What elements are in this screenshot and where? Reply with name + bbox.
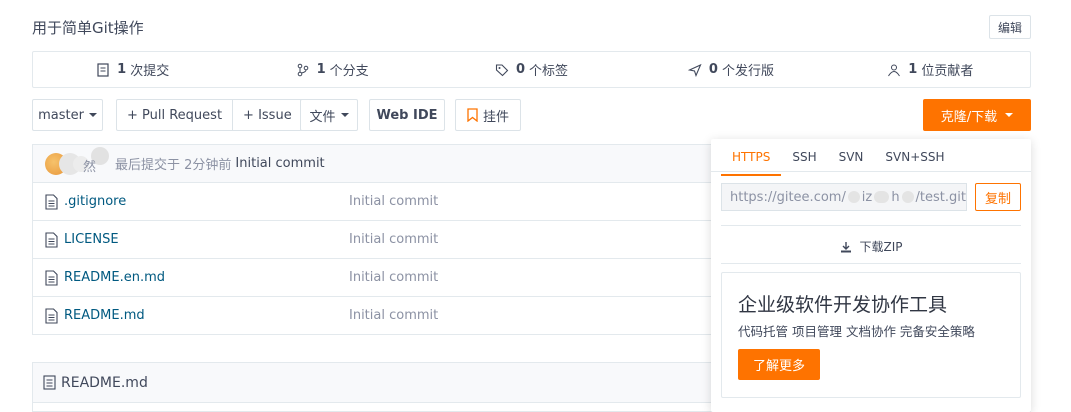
file-icon — [45, 194, 58, 210]
repo-stats-bar: 1 次提交 1 个分支 0 个标签 0 个发行版 1 位贡献者 — [32, 51, 1031, 88]
divider — [721, 263, 1021, 264]
readme-title: README.md — [61, 374, 148, 391]
file-name-link[interactable]: README.md — [64, 308, 145, 323]
stat-tags[interactable]: 0 个标签 — [432, 52, 631, 87]
clone-url-fragment-2: h — [891, 189, 900, 205]
download-icon — [840, 241, 851, 252]
clone-url-suffix: /test.git — [915, 189, 966, 205]
file-icon — [45, 308, 58, 324]
stat-commits-label: 次提交 — [130, 64, 170, 79]
widget-button[interactable]: 挂件 — [455, 99, 521, 131]
commit-message-link[interactable]: Initial commit — [235, 156, 324, 171]
pr-issue-group: + Pull Request + Issue — [116, 99, 303, 131]
file-commit-message[interactable]: Initial commit — [349, 270, 438, 285]
release-icon — [687, 63, 702, 77]
promo-title: 企业级软件开发协作工具 — [738, 294, 948, 316]
repo-description: 用于简单Git操作 — [32, 19, 144, 37]
stat-contributors-label: 位贡献者 — [921, 64, 974, 79]
author-name: 然 — [83, 159, 97, 175]
stat-commits-count: 1 — [117, 62, 127, 77]
stat-releases-count: 0 — [708, 62, 718, 77]
divider — [721, 225, 1021, 226]
edit-description-button[interactable]: 编辑 — [989, 15, 1031, 39]
author-avatars[interactable]: 然 — [45, 146, 115, 175]
stat-commits[interactable]: 1 次提交 — [33, 52, 232, 87]
stat-branches-label: 个分支 — [329, 64, 369, 79]
branch-icon — [297, 63, 308, 76]
stat-branches-count: 1 — [316, 62, 326, 77]
bookmark-icon — [467, 108, 478, 122]
file-name-link[interactable]: .gitignore — [64, 194, 126, 209]
file-icon — [45, 232, 58, 248]
copy-url-button[interactable]: 复制 — [975, 183, 1021, 211]
file-name-link[interactable]: LICENSE — [64, 232, 119, 247]
stat-releases[interactable]: 0 个发行版 — [631, 52, 830, 87]
file-commit-message[interactable]: Initial commit — [349, 194, 438, 209]
contributors-icon — [888, 64, 901, 76]
redacted-blur — [901, 191, 914, 203]
stat-branches[interactable]: 1 个分支 — [232, 52, 431, 87]
issue-button[interactable]: + Issue — [232, 100, 302, 130]
widget-button-label: 挂件 — [482, 109, 509, 125]
stat-contributors[interactable]: 1 位贡献者 — [831, 52, 1030, 87]
branch-select-label: master — [38, 107, 84, 123]
clone-url-prefix: https://gitee.com/ — [730, 189, 846, 205]
clone-dropdown: HTTPS SSH SVN SVN+SSH https://gitee.com/… — [711, 139, 1031, 412]
promo-card: 企业级软件开发协作工具 代码托管 项目管理 文档协作 完备安全策略 了解更多 — [721, 272, 1021, 398]
promo-subtitle: 代码托管 项目管理 文档协作 完备安全策略 — [738, 324, 975, 339]
clone-download-label: 克隆/下载 — [940, 109, 998, 125]
clone-url-fragment: iz — [861, 189, 873, 205]
chevron-down-icon — [340, 113, 349, 117]
download-zip-label: 下载ZIP — [859, 240, 903, 254]
redacted-blur — [874, 191, 890, 203]
commits-icon — [97, 62, 109, 77]
chevron-down-icon — [88, 113, 97, 117]
stat-contributors-count: 1 — [908, 62, 918, 77]
stat-tags-label: 个标签 — [529, 64, 569, 79]
stat-releases-label: 个发行版 — [721, 64, 774, 79]
web-ide-button[interactable]: Web IDE — [369, 99, 445, 131]
file-name-link[interactable]: README.en.md — [64, 270, 165, 285]
stat-tags-count: 0 — [515, 62, 526, 77]
pull-request-button[interactable]: + Pull Request — [117, 100, 232, 130]
clone-download-button[interactable]: 克隆/下载 — [923, 99, 1031, 131]
commit-time: 最后提交于 2分钟前 — [115, 158, 232, 173]
file-commit-message[interactable]: Initial commit — [349, 232, 438, 247]
file-icon — [45, 270, 58, 286]
file-commit-message[interactable]: Initial commit — [349, 308, 438, 323]
branch-select[interactable]: master — [32, 99, 103, 131]
readme-file-icon — [43, 375, 56, 390]
files-menu-label: 文件 — [309, 109, 336, 125]
divider — [711, 171, 1031, 172]
clone-url-input[interactable]: https://gitee.com/ iz h /test.git — [721, 183, 967, 211]
tag-icon — [495, 63, 509, 76]
chevron-down-icon — [1005, 113, 1014, 117]
redacted-blur — [847, 191, 860, 203]
download-zip-button[interactable]: 下载ZIP — [711, 238, 1031, 255]
files-menu-button[interactable]: 文件 — [300, 99, 358, 131]
learn-more-button[interactable]: 了解更多 — [738, 349, 820, 380]
